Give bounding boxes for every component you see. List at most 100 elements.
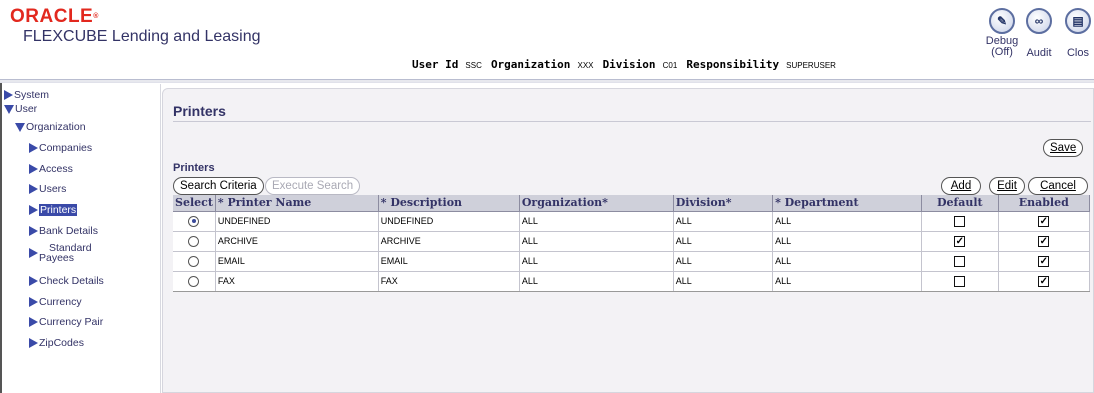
description-cell: ARCHIVE	[378, 231, 520, 252]
sidebar-item-user[interactable]: User	[4, 103, 37, 115]
sidebar-nav: System User Organization Companies Acces…	[4, 88, 160, 393]
table-row[interactable]: EMAIL EMAIL ALL ALL ALL ✓	[173, 251, 1091, 272]
description-cell: FAX	[378, 271, 520, 292]
sidebar-item-label: Access	[39, 163, 73, 175]
division-label: Division	[602, 58, 656, 71]
triangle-right-icon	[29, 205, 38, 215]
header-divider	[0, 79, 1094, 83]
organization-value: XXX	[577, 61, 594, 70]
row-select-radio[interactable]	[188, 255, 200, 267]
default-cell	[921, 211, 999, 232]
responsibility-label: Responsibility	[686, 58, 780, 71]
division-cell: ALL	[673, 271, 774, 292]
sidebar-item-label: Currency	[39, 296, 82, 308]
default-checkbox[interactable]	[954, 215, 966, 227]
column-header-printer-name[interactable]: * Printer Name	[215, 195, 379, 212]
table-row[interactable]: FAX FAX ALL ALL ALL ✓	[173, 271, 1091, 292]
organization-cell: ALL	[519, 271, 674, 292]
section-label: Printers	[173, 162, 215, 174]
sidebar-item-label: Companies	[39, 142, 93, 154]
department-cell: ALL	[772, 251, 923, 272]
column-header-description[interactable]: * Description	[378, 195, 520, 212]
row-select-radio[interactable]	[188, 235, 200, 247]
column-header-default[interactable]: Default	[921, 195, 999, 212]
audit-label: Audit	[1026, 47, 1052, 59]
division-cell: ALL	[673, 231, 774, 252]
department-cell: ALL	[772, 211, 923, 232]
default-checkbox[interactable]	[954, 255, 966, 267]
default-checkbox[interactable]: ✓	[954, 235, 966, 247]
close-button[interactable]: ▤ Clos	[1058, 8, 1094, 59]
sidebar-item-users[interactable]: Users	[29, 183, 66, 195]
enabled-checkbox[interactable]: ✓	[1038, 235, 1050, 247]
default-cell: ✓	[921, 231, 999, 252]
row-select-radio[interactable]	[188, 275, 200, 287]
triangle-right-icon	[4, 90, 13, 100]
default-checkbox[interactable]	[954, 275, 966, 287]
sidebar-item-check-details[interactable]: Check Details	[29, 275, 104, 287]
close-label: Clos	[1066, 47, 1089, 59]
triangle-right-icon	[29, 164, 38, 174]
sidebar-item-currency[interactable]: Currency	[29, 296, 82, 308]
triangle-right-icon	[29, 297, 38, 307]
edit-button[interactable]: Edit	[989, 177, 1025, 195]
sidebar-item-system[interactable]: System	[4, 89, 49, 101]
sidebar-item-bank-details[interactable]: Bank Details	[29, 225, 98, 237]
column-header-organization[interactable]: Organization*	[519, 195, 674, 212]
triangle-right-icon	[29, 317, 38, 327]
cancel-button[interactable]: Cancel	[1028, 177, 1088, 195]
sidebar-item-companies[interactable]: Companies	[29, 142, 92, 154]
triangle-right-icon	[29, 248, 38, 258]
triangle-right-icon	[29, 338, 38, 348]
app-header: ORACLE® FLEXCUBE Lending and Leasing Use…	[0, 0, 1094, 80]
sidebar-item-label: Organization	[26, 121, 86, 133]
description-cell: UNDEFINED	[378, 211, 520, 232]
enabled-cell: ✓	[998, 251, 1091, 272]
division-cell: ALL	[673, 251, 774, 272]
enabled-checkbox[interactable]: ✓	[1038, 215, 1050, 227]
sidebar-item-organization[interactable]: Organization	[15, 121, 86, 133]
row-select-radio[interactable]	[188, 215, 200, 227]
column-header-department[interactable]: * Department	[772, 195, 923, 212]
audit-button[interactable]: ∞ Audit	[1020, 8, 1058, 59]
close-icon: ▤	[1065, 8, 1091, 34]
debug-state: (Off)	[991, 46, 1013, 58]
table-header-row: Select * Printer Name * Description Orga…	[173, 195, 1091, 212]
column-header-enabled[interactable]: Enabled	[998, 195, 1091, 212]
triangle-down-icon	[15, 122, 25, 132]
table-row[interactable]: UNDEFINED UNDEFINED ALL ALL ALL ✓	[173, 211, 1091, 232]
enabled-cell: ✓	[998, 271, 1091, 292]
sidebar-item-label: Bank Details	[39, 225, 98, 237]
select-cell	[173, 231, 216, 252]
execute-search-button[interactable]: Execute Search	[265, 177, 361, 195]
division-cell: ALL	[673, 211, 774, 232]
enabled-checkbox[interactable]: ✓	[1038, 275, 1050, 287]
brand-name: ORACLE	[10, 6, 94, 27]
sidebar-item-printers[interactable]: Printers	[29, 204, 78, 216]
department-cell: ALL	[772, 231, 923, 252]
sidebar-item-access[interactable]: Access	[29, 163, 73, 175]
select-cell	[173, 271, 216, 292]
oracle-logo: ORACLE® FLEXCUBE Lending and Leasing	[10, 6, 261, 46]
printer-name-cell: EMAIL	[215, 251, 379, 272]
search-criteria-button[interactable]: Search Criteria	[173, 177, 264, 195]
sidebar-item-standard-payees[interactable]: Standard Payees	[29, 243, 92, 263]
sidebar-item-currency-pair[interactable]: Currency Pair	[29, 316, 103, 328]
debug-icon: ✎	[989, 8, 1015, 34]
enabled-checkbox[interactable]: ✓	[1038, 255, 1050, 267]
sidebar-item-zipcodes[interactable]: ZipCodes	[29, 337, 84, 349]
triangle-right-icon	[29, 226, 38, 236]
division-value: C01	[662, 61, 678, 70]
save-button[interactable]: Save	[1043, 139, 1084, 157]
table-row[interactable]: ARCHIVE ARCHIVE ALL ALL ALL ✓ ✓	[173, 231, 1091, 252]
column-header-division[interactable]: Division*	[673, 195, 774, 212]
debug-button[interactable]: ✎ Debug (Off)	[984, 8, 1020, 58]
triangle-right-icon	[29, 184, 38, 194]
sidebar-item-label: Currency Pair	[39, 316, 104, 328]
printer-name-cell: ARCHIVE	[215, 231, 379, 252]
triangle-down-icon	[4, 104, 14, 114]
sidebar-item-label: System	[14, 89, 50, 101]
global-actions: ✎ Debug (Off) ∞ Audit ▤ Clos	[984, 8, 1094, 78]
add-button[interactable]: Add	[941, 177, 981, 195]
sidebar-item-label-line2: Payees	[39, 252, 75, 264]
